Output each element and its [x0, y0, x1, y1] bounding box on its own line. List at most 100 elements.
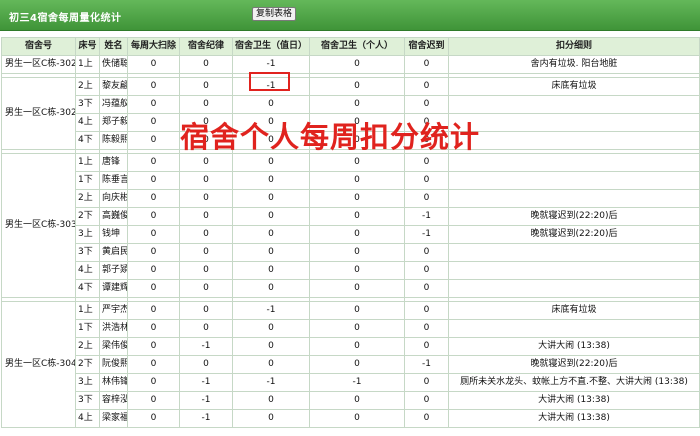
personal-hygiene-score: 0 [309, 261, 405, 280]
table-row: 男生一区C栋-302 2上 黎友翩 0 0 -1 0 0 床底有垃圾 [1, 77, 700, 150]
personal-hygiene-score: 0 [309, 279, 405, 298]
weekly-cleaning-score: 0 [127, 171, 180, 190]
table-row: 2下 阮俊熙 0 0 0 0 -1 晚就寝迟到(22:20)后 [2, 355, 700, 374]
personal-hygiene-score: 0 [309, 243, 405, 262]
table-row: 2上 向庆彬 0 0 0 0 0 [2, 189, 700, 208]
weekly-cleaning-score: 0 [127, 207, 180, 226]
bed-number: 2上 [75, 77, 100, 96]
bed-number: 4下 [75, 279, 100, 298]
dorm-score-table: 宿舍号 床号 姓名 每周大扫除 宿舍纪律 宿舍卫生（值日） 宿舍卫生（个人） 宿舍迟到 扣分细则… [1, 37, 700, 428]
deduction-detail [448, 113, 700, 132]
duty-hygiene-score: 0 [232, 319, 310, 338]
weekly-cleaning-score: 0 [127, 55, 180, 74]
late-score: -1 [404, 355, 449, 374]
weekly-cleaning-score: 0 [127, 355, 180, 374]
discipline-score: 0 [179, 243, 233, 262]
table-row: 男生一区C栋-302 1上 佚储聪 0 0 -1 0 0 舍内有垃圾. 阳台地脏 [1, 55, 700, 74]
deduction-detail: 大讲大闹 (13:38) [448, 337, 700, 356]
student-name: 陈垂言 [99, 171, 128, 190]
deduction-detail: 厕所未关水龙头、蚊帐上方不直.不整、大讲大闹 (13:38) [448, 373, 700, 392]
deduction-detail [448, 243, 700, 262]
late-score: 0 [404, 261, 449, 280]
student-name: 唐锋 [99, 153, 128, 172]
bed-number: 4下 [75, 131, 100, 150]
personal-hygiene-score: 0 [309, 207, 405, 226]
panel-title-bar: 初三4宿舍每周量化统计 复制表格 [0, 0, 700, 31]
table-header-row: 宿舍号 床号 姓名 每周大扫除 宿舍纪律 宿舍卫生（值日） 宿舍卫生（个人） 宿舍迟到 扣分细则 [1, 37, 700, 56]
personal-hygiene-score: 0 [309, 77, 405, 96]
column-header: 扣分细则 [448, 37, 700, 56]
late-score: 0 [404, 391, 449, 410]
late-score: 0 [404, 189, 449, 208]
student-name: 黎友翩 [99, 77, 128, 96]
student-name: 钱坤 [99, 225, 128, 244]
duty-hygiene-score: 0 [232, 153, 310, 172]
discipline-score: -1 [179, 373, 233, 392]
late-score: 0 [404, 373, 449, 392]
copy-table-button[interactable]: 复制表格 [252, 7, 297, 21]
deduction-detail [448, 131, 700, 150]
student-name: 容梓泓 [99, 391, 128, 410]
personal-hygiene-score: 0 [309, 355, 405, 374]
deduction-detail: 床底有垃圾 [448, 77, 700, 96]
table-row: 3下 黄启民 0 0 0 0 0 [2, 243, 700, 262]
personal-hygiene-score: 0 [309, 301, 405, 320]
deduction-detail: 晚就寝迟到(22:20)后 [448, 207, 700, 226]
late-score: 0 [404, 409, 449, 428]
duty-hygiene-score: 0 [232, 207, 310, 226]
weekly-cleaning-score: 0 [127, 189, 180, 208]
student-name: 谭建辉 [99, 279, 128, 298]
duty-hygiene-score: 0 [232, 261, 310, 280]
duty-hygiene-score: -1 [232, 301, 310, 320]
deduction-detail [448, 319, 700, 338]
deduction-detail: 晚就寝迟到(22:20)后 [448, 225, 700, 244]
table-row: 3下 冯蕴舣 0 0 0 0 0 [2, 95, 700, 114]
table-row: 2下 高巍俊 0 0 0 0 -1 晚就寝迟到(22:20)后 [2, 207, 700, 226]
bed-number: 3下 [75, 95, 100, 114]
weekly-cleaning-score: 0 [127, 77, 180, 96]
bed-number: 3下 [75, 391, 100, 410]
table-row: 2上 梁伟俊 0 -1 0 0 0 大讲大闹 (13:38) [2, 337, 700, 356]
panel-title: 初三4宿舍每周量化统计 [9, 13, 122, 24]
room-number: 男生一区C栋-302 [1, 77, 76, 150]
room-number: 男生一区C栋-303 [1, 153, 76, 298]
deduction-detail [448, 153, 700, 172]
late-score: 0 [404, 337, 449, 356]
duty-hygiene-score: 0 [232, 243, 310, 262]
weekly-cleaning-score: 0 [127, 319, 180, 338]
column-header: 宿舍迟到 [404, 37, 449, 56]
table-row: 3上 钱坤 0 0 0 0 -1 晚就寝迟到(22:20)后 [2, 225, 700, 244]
late-score: 0 [404, 171, 449, 190]
table-row: 3上 林伟锋 0 -1 -1 -1 0 厕所未关水龙头、蚊帐上方不直.不整、大讲大闹 (13:… [2, 373, 700, 392]
weekly-cleaning-score: 0 [127, 95, 180, 114]
bed-number: 2下 [75, 355, 100, 374]
student-name: 梁伟俊 [99, 337, 128, 356]
bed-number: 4上 [75, 261, 100, 280]
student-name: 阮俊熙 [99, 355, 128, 374]
discipline-score: 0 [179, 153, 233, 172]
discipline-score: 0 [179, 225, 233, 244]
duty-hygiene-score: 0 [232, 337, 310, 356]
table-row: 4上 梁家福 0 -1 0 0 0 大讲大闹 (13:38) [2, 409, 700, 428]
weekly-cleaning-score: 0 [127, 225, 180, 244]
personal-hygiene-score: 0 [309, 319, 405, 338]
bed-number: 2下 [75, 207, 100, 226]
column-header: 床号 [75, 37, 100, 56]
personal-hygiene-score: 0 [309, 409, 405, 428]
student-name: 郭子熲 [99, 261, 128, 280]
duty-hygiene-score: 0 [232, 95, 310, 114]
weekly-cleaning-score: 0 [127, 261, 180, 280]
weekly-cleaning-score: 0 [127, 391, 180, 410]
weekly-cleaning-score: 0 [127, 337, 180, 356]
personal-hygiene-score: 0 [309, 225, 405, 244]
bed-number: 1下 [75, 319, 100, 338]
duty-hygiene-score: -1 [232, 373, 310, 392]
column-header: 每周大扫除 [127, 37, 180, 56]
student-name: 向庆彬 [99, 189, 128, 208]
student-name: 严宇杰 [99, 301, 128, 320]
personal-hygiene-score: 0 [309, 337, 405, 356]
late-score: -1 [404, 207, 449, 226]
duty-hygiene-score: 0 [232, 171, 310, 190]
weekly-cleaning-score: 0 [127, 113, 180, 132]
bed-number: 1上 [75, 301, 100, 320]
